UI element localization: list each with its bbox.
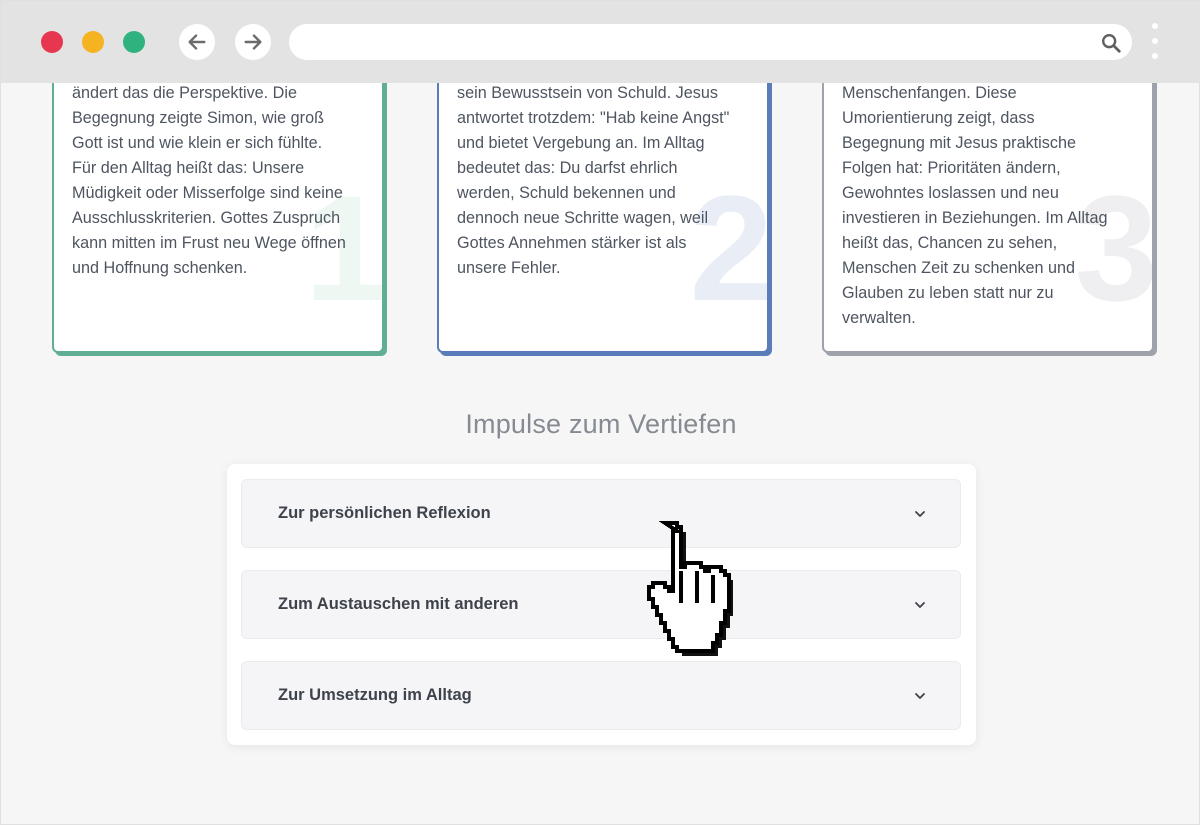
maximize-window-button[interactable] [123,31,145,53]
back-button[interactable] [179,24,215,60]
chevron-down-icon [915,602,925,608]
accordion-item-label: Zur persönlichen Reflexion [278,504,491,522]
forward-button[interactable] [235,24,271,60]
chevron-down-icon [915,693,925,699]
close-window-button[interactable] [41,31,63,53]
arrow-right-icon [244,34,262,50]
kebab-menu-icon[interactable] [1148,23,1162,63]
accordion-item-reflexion[interactable]: Zur persönlichen Reflexion [241,479,961,548]
arrow-left-icon [188,34,206,50]
section-title: Impulse zum Vertiefen [465,409,737,439]
page-content: 1 ändert das die Perspektive. Die Begegn… [1,83,1200,825]
accordion-item-austauschen[interactable]: Zum Austauschen mit anderen [241,570,961,639]
chevron-down-icon [915,511,925,517]
accordion-item-label: Zum Austauschen mit anderen [278,595,519,613]
accordion-panel: Zur persönlichen Reflexion Zum Austausch… [227,464,976,745]
accordion-item-label: Zur Umsetzung im Alltag [278,686,472,704]
insight-card-1: 1 ändert das die Perspektive. Die Begegn… [52,83,384,353]
card-text: Menschenfangen. Diese Umorientierung zei… [842,84,1108,327]
browser-window: 1 ändert das die Perspektive. Die Begegn… [0,0,1200,825]
card-text: sein Bewusstsein von Schuld. Jesus antwo… [457,84,730,277]
search-icon[interactable] [1100,32,1122,54]
hand-pointer-cursor-icon [647,521,733,656]
accordion-item-umsetzung[interactable]: Zur Umsetzung im Alltag [241,661,961,730]
card-text: ändert das die Perspektive. Die Begegnun… [72,84,346,277]
insight-card-2: 2 sein Bewusstsein von Schuld. Jesus ant… [437,83,769,353]
minimize-window-button[interactable] [82,31,104,53]
insight-card-3: 3 Menschenfangen. Diese Umorientierung z… [822,83,1154,353]
browser-toolbar [1,1,1200,83]
address-bar[interactable] [289,24,1132,60]
